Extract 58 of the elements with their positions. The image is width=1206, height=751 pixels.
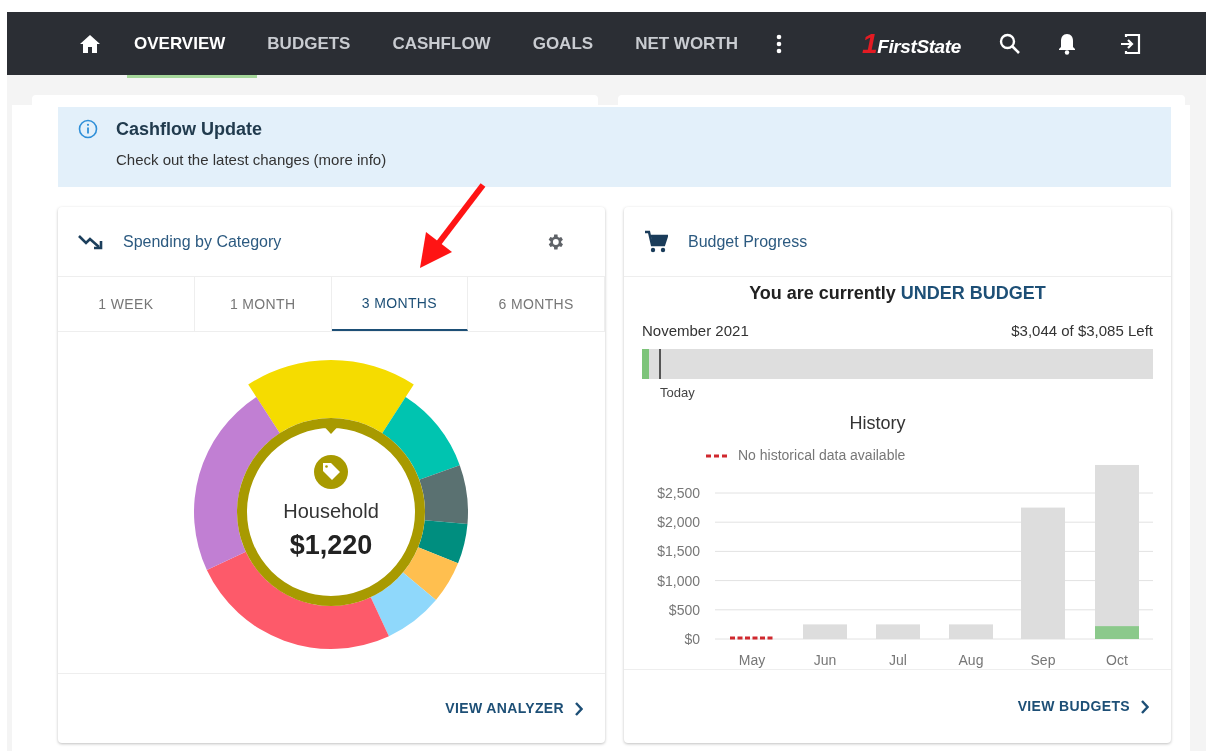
x-axis-label: Aug xyxy=(958,652,984,668)
legend-dashed-line xyxy=(706,453,728,458)
donut-slice[interactable] xyxy=(419,465,468,524)
x-axis-label: Jul xyxy=(889,652,907,668)
donut-slice[interactable] xyxy=(382,397,460,480)
chart-title: History xyxy=(849,412,906,435)
banner-title: Cashflow Update xyxy=(116,118,263,140)
y-axis-label: $1,500 xyxy=(657,543,700,560)
logout-icon[interactable] xyxy=(1118,32,1141,55)
nav-tab[interactable]: NET WORTH xyxy=(635,30,739,57)
today-marker xyxy=(659,348,661,379)
search-icon[interactable] xyxy=(998,32,1021,55)
category-name: Household xyxy=(283,500,379,522)
bank-logo[interactable]: 1FirstState xyxy=(862,29,961,58)
nav-tab[interactable]: CASHFLOW xyxy=(392,30,491,57)
nav-tab[interactable]: OVERVIEW xyxy=(134,30,226,57)
chevron-right-icon xyxy=(1140,699,1149,714)
trending-down-icon xyxy=(78,233,104,250)
info-icon xyxy=(78,119,98,139)
donut-slice[interactable] xyxy=(194,397,280,570)
period-tab[interactable]: 6 MONTHS xyxy=(468,277,605,331)
card-title: Budget Progress xyxy=(688,231,808,252)
period-tab[interactable]: 1 WEEK xyxy=(58,277,195,331)
y-axis-label: $2,000 xyxy=(657,514,700,531)
y-axis-label: $1,000 xyxy=(657,572,700,589)
today-label: Today xyxy=(660,383,695,402)
x-axis-label: May xyxy=(738,652,766,668)
x-axis-label: Jun xyxy=(813,652,837,668)
x-axis-label: Sep xyxy=(1030,652,1056,668)
donut-slice[interactable] xyxy=(403,547,458,601)
legend-label: No historical data available xyxy=(738,446,906,465)
nav-tab[interactable]: GOALS xyxy=(532,30,594,57)
donut-slice[interactable] xyxy=(248,360,414,434)
view-budgets-link[interactable]: VIEW BUDGETS xyxy=(1017,696,1149,717)
y-axis-label: $0 xyxy=(684,631,700,647)
budget-status-text: You are currently xyxy=(749,282,896,305)
x-axis-label: Oct xyxy=(1106,652,1128,668)
category-amount: $1,220 xyxy=(289,530,373,560)
y-axis-label: $500 xyxy=(668,601,700,618)
more-vertical-icon[interactable] xyxy=(776,33,783,54)
donut-slice[interactable] xyxy=(418,520,468,564)
budget-status-value: UNDER BUDGET xyxy=(900,282,1046,305)
nav-tab[interactable]: BUDGETS xyxy=(267,30,351,57)
chevron-right-icon xyxy=(574,701,583,716)
tag-icon xyxy=(314,455,348,489)
budget-remaining: $3,044 of $3,085 Left xyxy=(1011,321,1153,341)
period-tab[interactable]: 1 MONTH xyxy=(194,277,332,331)
budget-month: November 2021 xyxy=(642,321,749,341)
period-tab[interactable]: 3 MONTHS xyxy=(331,277,469,331)
banner-message: Check out the latest changes (more info) xyxy=(116,150,387,170)
card-title: Spending by Category xyxy=(123,231,282,252)
shopping-cart-icon xyxy=(644,229,668,254)
notification-bell-icon[interactable] xyxy=(1056,32,1077,55)
donut-slice[interactable] xyxy=(370,572,436,637)
view-analyzer-link[interactable]: VIEW ANALYZER xyxy=(445,698,583,719)
no-data-marker xyxy=(730,636,774,640)
y-axis-label: $2,500 xyxy=(657,485,700,501)
home-icon[interactable] xyxy=(79,33,101,54)
